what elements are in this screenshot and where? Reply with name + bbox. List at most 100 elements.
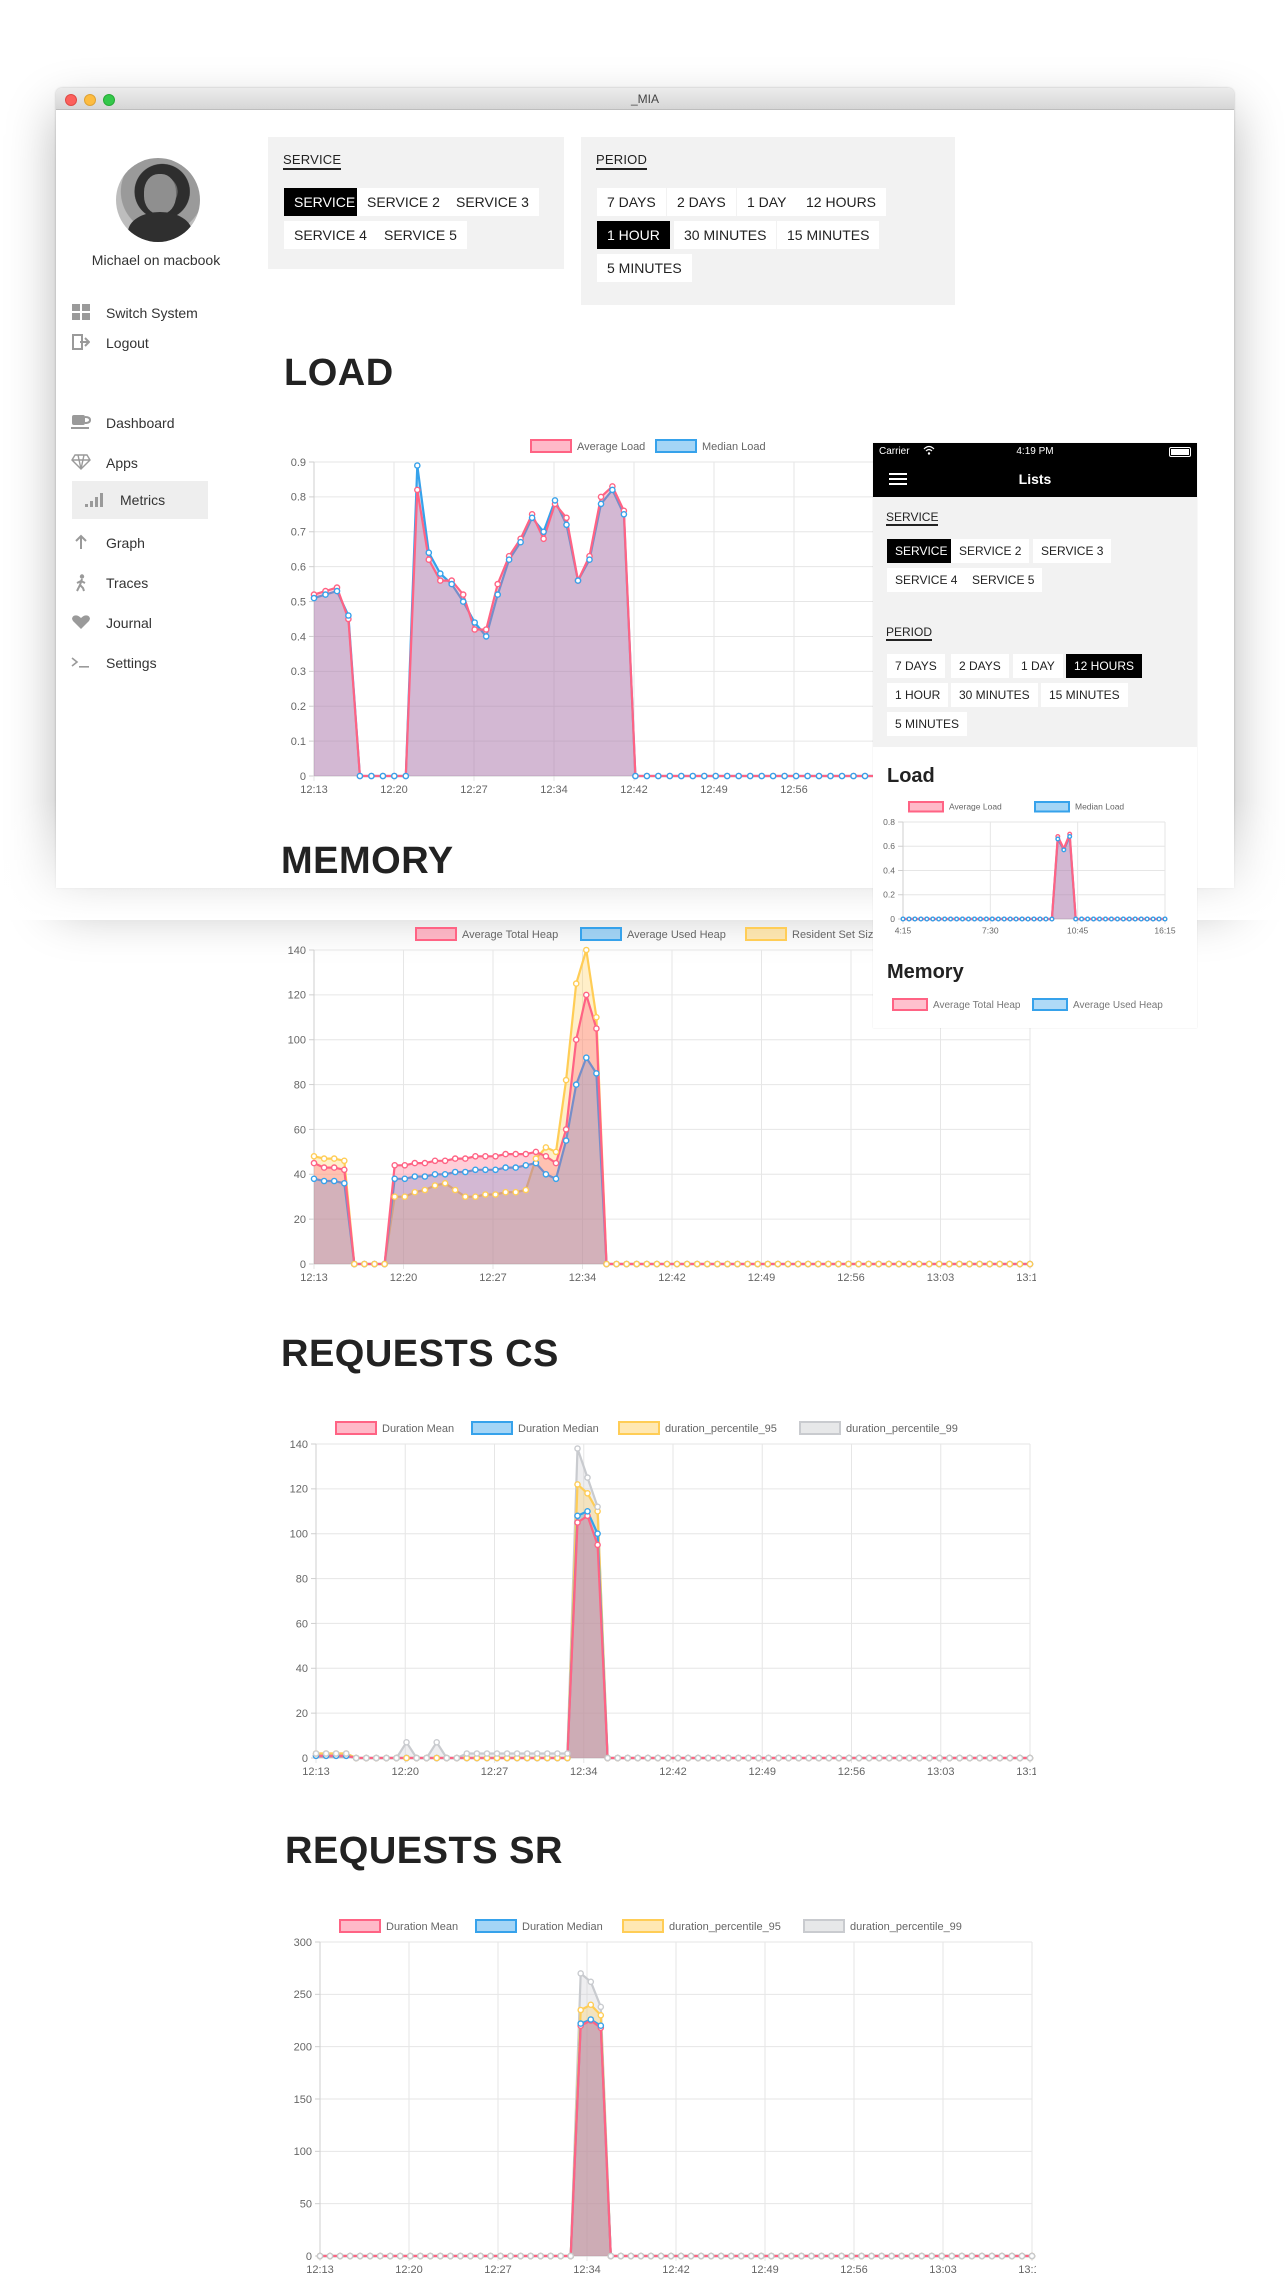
- y-tick-label: 80: [296, 1573, 308, 1585]
- mobile-period-option-12-hours[interactable]: 12 HOURS: [1066, 654, 1143, 678]
- mobile-memory-title: Memory: [887, 961, 964, 983]
- y-tick-label: 0.4: [291, 631, 306, 643]
- y-tick-label: 0.9: [291, 457, 306, 469]
- data-point: [757, 2252, 765, 2260]
- data-point: [825, 1260, 832, 1268]
- load-chart: 0 0.1 0.2 0.3 0.4 0.5 0.6 0.7 0.8 0.9 12:13 12:20 12…: [276, 430, 876, 800]
- period-option-1-day[interactable]: 1 DAY: [737, 188, 797, 216]
- sidebar-item-label: Logout: [106, 335, 149, 351]
- data-point: [512, 1188, 519, 1196]
- sidebar-item-graph[interactable]: Graph: [70, 530, 145, 556]
- data-point: [461, 1193, 469, 1201]
- data-point: [1144, 916, 1150, 922]
- series-line: [903, 835, 1165, 921]
- data-point: [607, 2252, 615, 2260]
- mobile-period-option-7-days[interactable]: 7 DAYS: [887, 654, 945, 678]
- x-tick-label: 12:49: [700, 784, 728, 796]
- x-tick-label: 13:13: [1018, 2264, 1036, 2276]
- data-point: [1156, 916, 1162, 922]
- data-point: [1108, 916, 1114, 922]
- sidebar-item-logout[interactable]: Logout: [70, 330, 149, 356]
- legend-swatch: [1032, 998, 1068, 1011]
- data-point: [1001, 916, 1007, 922]
- sidebar-item-switch-system[interactable]: Switch System: [70, 300, 198, 326]
- data-point: [838, 772, 846, 780]
- mobile-service-option-5[interactable]: SERVICE 5: [964, 568, 1043, 592]
- requests-sr-chart-svg: 0 50 100 150 200 250 300 12:13 12:20 12:27 12:34 12…: [294, 1919, 1046, 2276]
- legend-swatch: [415, 927, 457, 941]
- sidebar-item-traces[interactable]: Traces: [70, 570, 148, 596]
- sidebar-item-settings[interactable]: Settings: [70, 650, 157, 676]
- data-point: [494, 591, 501, 598]
- service-option-1[interactable]: SERVICE: [284, 188, 366, 216]
- x-tick-label: 12:13: [302, 1766, 330, 1778]
- data-point: [401, 1193, 409, 1201]
- data-point: [423, 1754, 430, 1762]
- data-point: [815, 772, 823, 780]
- data-point: [482, 1191, 489, 1198]
- data-point: [971, 916, 977, 922]
- x-tick-label: 10:45: [1067, 926, 1089, 936]
- mobile-period-option-2-days[interactable]: 2 DAYS: [951, 654, 1009, 678]
- data-point: [425, 556, 433, 563]
- mobile-period-option-1-hour[interactable]: 1 HOUR: [887, 683, 949, 707]
- y-tick-label: 0.2: [291, 701, 306, 713]
- mobile-period-option-15-minutes[interactable]: 15 MINUTES: [1041, 683, 1128, 707]
- data-point: [330, 1177, 338, 1185]
- data-point: [936, 1754, 943, 1762]
- data-point: [537, 2252, 544, 2260]
- mobile-period-option-30-minutes[interactable]: 30 MINUTES: [951, 683, 1038, 707]
- mobile-service-option-4[interactable]: SERVICE 4: [887, 568, 966, 592]
- data-point: [647, 2252, 655, 2260]
- data-point: [463, 1750, 471, 1757]
- mobile-service-option-1[interactable]: SERVICE: [887, 539, 956, 563]
- data-point: [597, 500, 605, 508]
- service-option-4[interactable]: SERVICE 4: [284, 221, 377, 249]
- avatar[interactable]: [116, 158, 200, 242]
- data-point: [737, 2252, 745, 2260]
- period-option-2-days[interactable]: 2 DAYS: [667, 188, 736, 216]
- sidebar-item-apps[interactable]: Apps: [70, 450, 138, 476]
- data-point: [928, 2252, 936, 2260]
- sidebar-item-dashboard[interactable]: Dashboard: [70, 410, 175, 436]
- sidebar-item-journal[interactable]: Journal: [70, 610, 152, 636]
- data-point: [403, 1738, 410, 1746]
- data-point: [727, 2252, 735, 2260]
- data-point: [540, 535, 547, 543]
- data-point: [835, 1260, 842, 1268]
- data-point: [391, 1175, 398, 1183]
- data-point: [684, 1754, 692, 1762]
- data-point: [562, 1137, 570, 1144]
- period-option-5-minutes[interactable]: 5 MINUTES: [597, 254, 692, 282]
- data-point: [966, 1260, 973, 1268]
- data-point: [1126, 916, 1132, 922]
- data-point: [825, 1754, 833, 1762]
- sidebar-item-metrics[interactable]: Metrics: [72, 481, 208, 519]
- data-point: [425, 549, 433, 556]
- period-option-1-hour[interactable]: 1 HOUR: [597, 221, 670, 249]
- period-option-7-days[interactable]: 7 DAYS: [597, 188, 666, 216]
- data-point: [835, 1754, 843, 1762]
- status-time: 4:19 PM: [1016, 446, 1054, 457]
- mobile-service-option-3[interactable]: SERVICE 3: [1033, 539, 1112, 563]
- data-point: [632, 772, 639, 780]
- period-option-12-hours[interactable]: 12 HOURS: [796, 188, 887, 216]
- x-tick-label: 4:15: [895, 926, 912, 936]
- service-option-2[interactable]: SERVICE 2: [357, 188, 450, 216]
- data-point: [472, 1166, 479, 1174]
- data-point: [663, 1260, 671, 1268]
- period-option-15-minutes[interactable]: 15 MINUTES: [777, 221, 880, 249]
- service-option-3[interactable]: SERVICE 3: [446, 188, 539, 216]
- mobile-period-option-5-minutes[interactable]: 5 MINUTES: [887, 712, 968, 736]
- mobile-period-title: PERIOD: [886, 625, 933, 641]
- data-point: [320, 1155, 328, 1162]
- mobile-period-option-1-day[interactable]: 1 DAY: [1013, 654, 1063, 678]
- mobile-service-option-2[interactable]: SERVICE 2: [951, 539, 1030, 563]
- data-point: [673, 1260, 681, 1268]
- legend-label: duration_percentile_95: [665, 1423, 777, 1435]
- data-point: [885, 1260, 893, 1268]
- data-point: [667, 2252, 675, 2260]
- service-option-5[interactable]: SERVICE 5: [374, 221, 467, 249]
- data-point: [976, 1754, 984, 1762]
- period-option-30-minutes[interactable]: 30 MINUTES: [674, 221, 777, 249]
